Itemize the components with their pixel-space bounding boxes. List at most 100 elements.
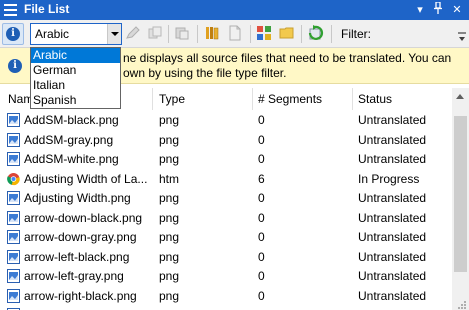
table-row[interactable]: arrow-left-black.png png 0 Untranslated xyxy=(0,247,452,267)
banner-text-line1: ne displays all source files that need t… xyxy=(123,51,452,65)
status-cell: In Progress xyxy=(358,171,420,186)
column-header-segments[interactable]: # Segments xyxy=(258,92,322,106)
table-row[interactable]: arrow-left-gray.png png 0 Untranslated xyxy=(0,266,452,286)
file-type-cell: png xyxy=(159,210,180,225)
language-option[interactable]: Spanish xyxy=(31,93,120,108)
file-name-cell: arrow-left-gray.png xyxy=(24,269,124,283)
pin-icon xyxy=(434,1,442,14)
pin-button[interactable] xyxy=(430,1,446,18)
file-type-cell: png xyxy=(159,249,180,264)
column-divider[interactable] xyxy=(152,88,153,110)
scroll-up-arrow-icon[interactable] xyxy=(456,94,464,99)
image-file-icon xyxy=(7,152,20,166)
language-combobox-value: Arabic xyxy=(35,27,70,41)
column-header-type[interactable]: Type xyxy=(159,92,185,106)
language-combobox[interactable]: Arabic xyxy=(30,23,122,45)
file-name-cell: AddSM-gray.png xyxy=(24,132,114,147)
hamburger-menu-icon[interactable] xyxy=(4,4,17,16)
status-cell: Untranslated xyxy=(358,249,427,264)
grid-view-icon[interactable] xyxy=(256,25,272,41)
scrollbar-thumb[interactable] xyxy=(454,116,467,272)
language-option[interactable]: German xyxy=(31,63,120,78)
image-file-icon xyxy=(7,288,20,303)
status-cell: Untranslated xyxy=(358,152,427,166)
books-icon[interactable] xyxy=(204,25,220,41)
image-file-icon xyxy=(7,230,20,244)
edit-icon[interactable] xyxy=(125,25,141,41)
status-cell: Untranslated xyxy=(358,269,427,283)
file-type-cell: png xyxy=(159,113,180,127)
table-row[interactable]: arrow-down-black.png png 0 Untranslated xyxy=(0,208,452,228)
banner-text-line2: own by using the file type filter. xyxy=(123,66,287,80)
status-cell: Untranslated xyxy=(358,113,427,127)
segments-cell: 0 xyxy=(258,113,265,127)
column-divider[interactable] xyxy=(252,88,253,110)
info-icon: i xyxy=(8,59,22,73)
folder-icon[interactable] xyxy=(279,25,295,41)
resize-grip-icon[interactable] xyxy=(457,300,467,310)
status-cell: Untranslated xyxy=(358,230,427,244)
segments-cell: 6 xyxy=(258,171,265,186)
chevron-down-icon[interactable] xyxy=(107,24,121,44)
toolbar-separator xyxy=(168,25,169,43)
image-file-icon xyxy=(7,249,20,264)
panel-title-bar: File List ▾ ✕ xyxy=(0,0,469,20)
file-type-cell: png xyxy=(159,288,180,303)
file-name-cell: Adjusting Width of La... xyxy=(24,171,148,186)
segments-cell: 0 xyxy=(258,269,265,283)
table-row[interactable]: Adjusting Width of La... htm 6 In Progress xyxy=(0,169,452,189)
table-row[interactable]: AddSM-white.png png 0 Untranslated xyxy=(0,149,452,169)
file-name-cell: arrow-right-black.png xyxy=(24,288,137,303)
table-row[interactable]: Adjusting Width.png png 0 Untranslated xyxy=(0,188,452,208)
toolbar-separator xyxy=(301,25,302,43)
toolbar-separator xyxy=(250,25,251,43)
image-file-icon xyxy=(7,113,20,127)
table-row[interactable]: AddSM-black.png png 0 Untranslated xyxy=(0,110,452,130)
segments-cell: 0 xyxy=(258,230,265,244)
segments-cell: 0 xyxy=(258,132,265,147)
segments-cell: 0 xyxy=(258,152,265,166)
file-type-cell: png xyxy=(159,152,180,166)
refresh-icon[interactable] xyxy=(308,25,324,41)
vertical-scrollbar[interactable] xyxy=(452,88,469,310)
file-type-cell: htm xyxy=(159,171,180,186)
column-divider[interactable] xyxy=(352,88,353,110)
file-table-body: AddSM-black.png png 0 Untranslated AddSM-gra… xyxy=(0,110,452,310)
file-type-cell: png xyxy=(159,230,180,244)
close-button[interactable]: ✕ xyxy=(449,2,465,18)
table-row[interactable]: arrow-down-gray.png png 0 Untranslated xyxy=(0,227,452,247)
file-type-cell: png xyxy=(159,191,180,205)
toolbar-overflow-icon[interactable] xyxy=(458,30,466,44)
chrome-file-icon xyxy=(7,172,20,185)
toolbar-separator xyxy=(331,25,332,43)
status-cell: Untranslated xyxy=(358,288,427,303)
language-option[interactable]: Arabic xyxy=(31,48,120,63)
table-row[interactable]: arrow-right-black.png png 0 Untranslated xyxy=(0,286,452,306)
file-type-cell: png xyxy=(159,132,180,147)
file-name-cell: arrow-down-gray.png xyxy=(24,230,137,244)
info-icon: i xyxy=(6,27,20,41)
status-cell: Untranslated xyxy=(358,191,427,205)
toolbar-separator xyxy=(197,25,198,43)
segments-cell: 0 xyxy=(258,249,265,264)
status-cell: Untranslated xyxy=(358,210,427,225)
column-header-status[interactable]: Status xyxy=(358,92,392,106)
document-icon[interactable] xyxy=(227,25,243,41)
language-dropdown-list: Arabic German Italian Spanish xyxy=(30,47,121,109)
image-file-icon xyxy=(7,132,20,147)
table-row[interactable]: arrow-right-gray.pngpng0Untranslated xyxy=(0,305,452,310)
table-row[interactable]: AddSM-gray.png png 0 Untranslated xyxy=(0,130,452,150)
file-type-cell: png xyxy=(159,269,180,283)
file-name-cell: Adjusting Width.png xyxy=(24,191,131,205)
file-name-cell: AddSM-black.png xyxy=(24,113,119,127)
status-cell: Untranslated xyxy=(358,132,427,147)
panel-title: File List xyxy=(24,2,70,16)
language-option[interactable]: Italian xyxy=(31,78,120,93)
segments-cell: 0 xyxy=(258,288,265,303)
segments-cell: 0 xyxy=(258,191,265,205)
filter-label: Filter: xyxy=(341,27,371,41)
info-toggle-button[interactable]: i xyxy=(2,23,24,45)
paste-icon[interactable] xyxy=(174,25,190,41)
options-button[interactable]: ▾ xyxy=(412,2,428,18)
copy-icon[interactable] xyxy=(147,25,163,41)
